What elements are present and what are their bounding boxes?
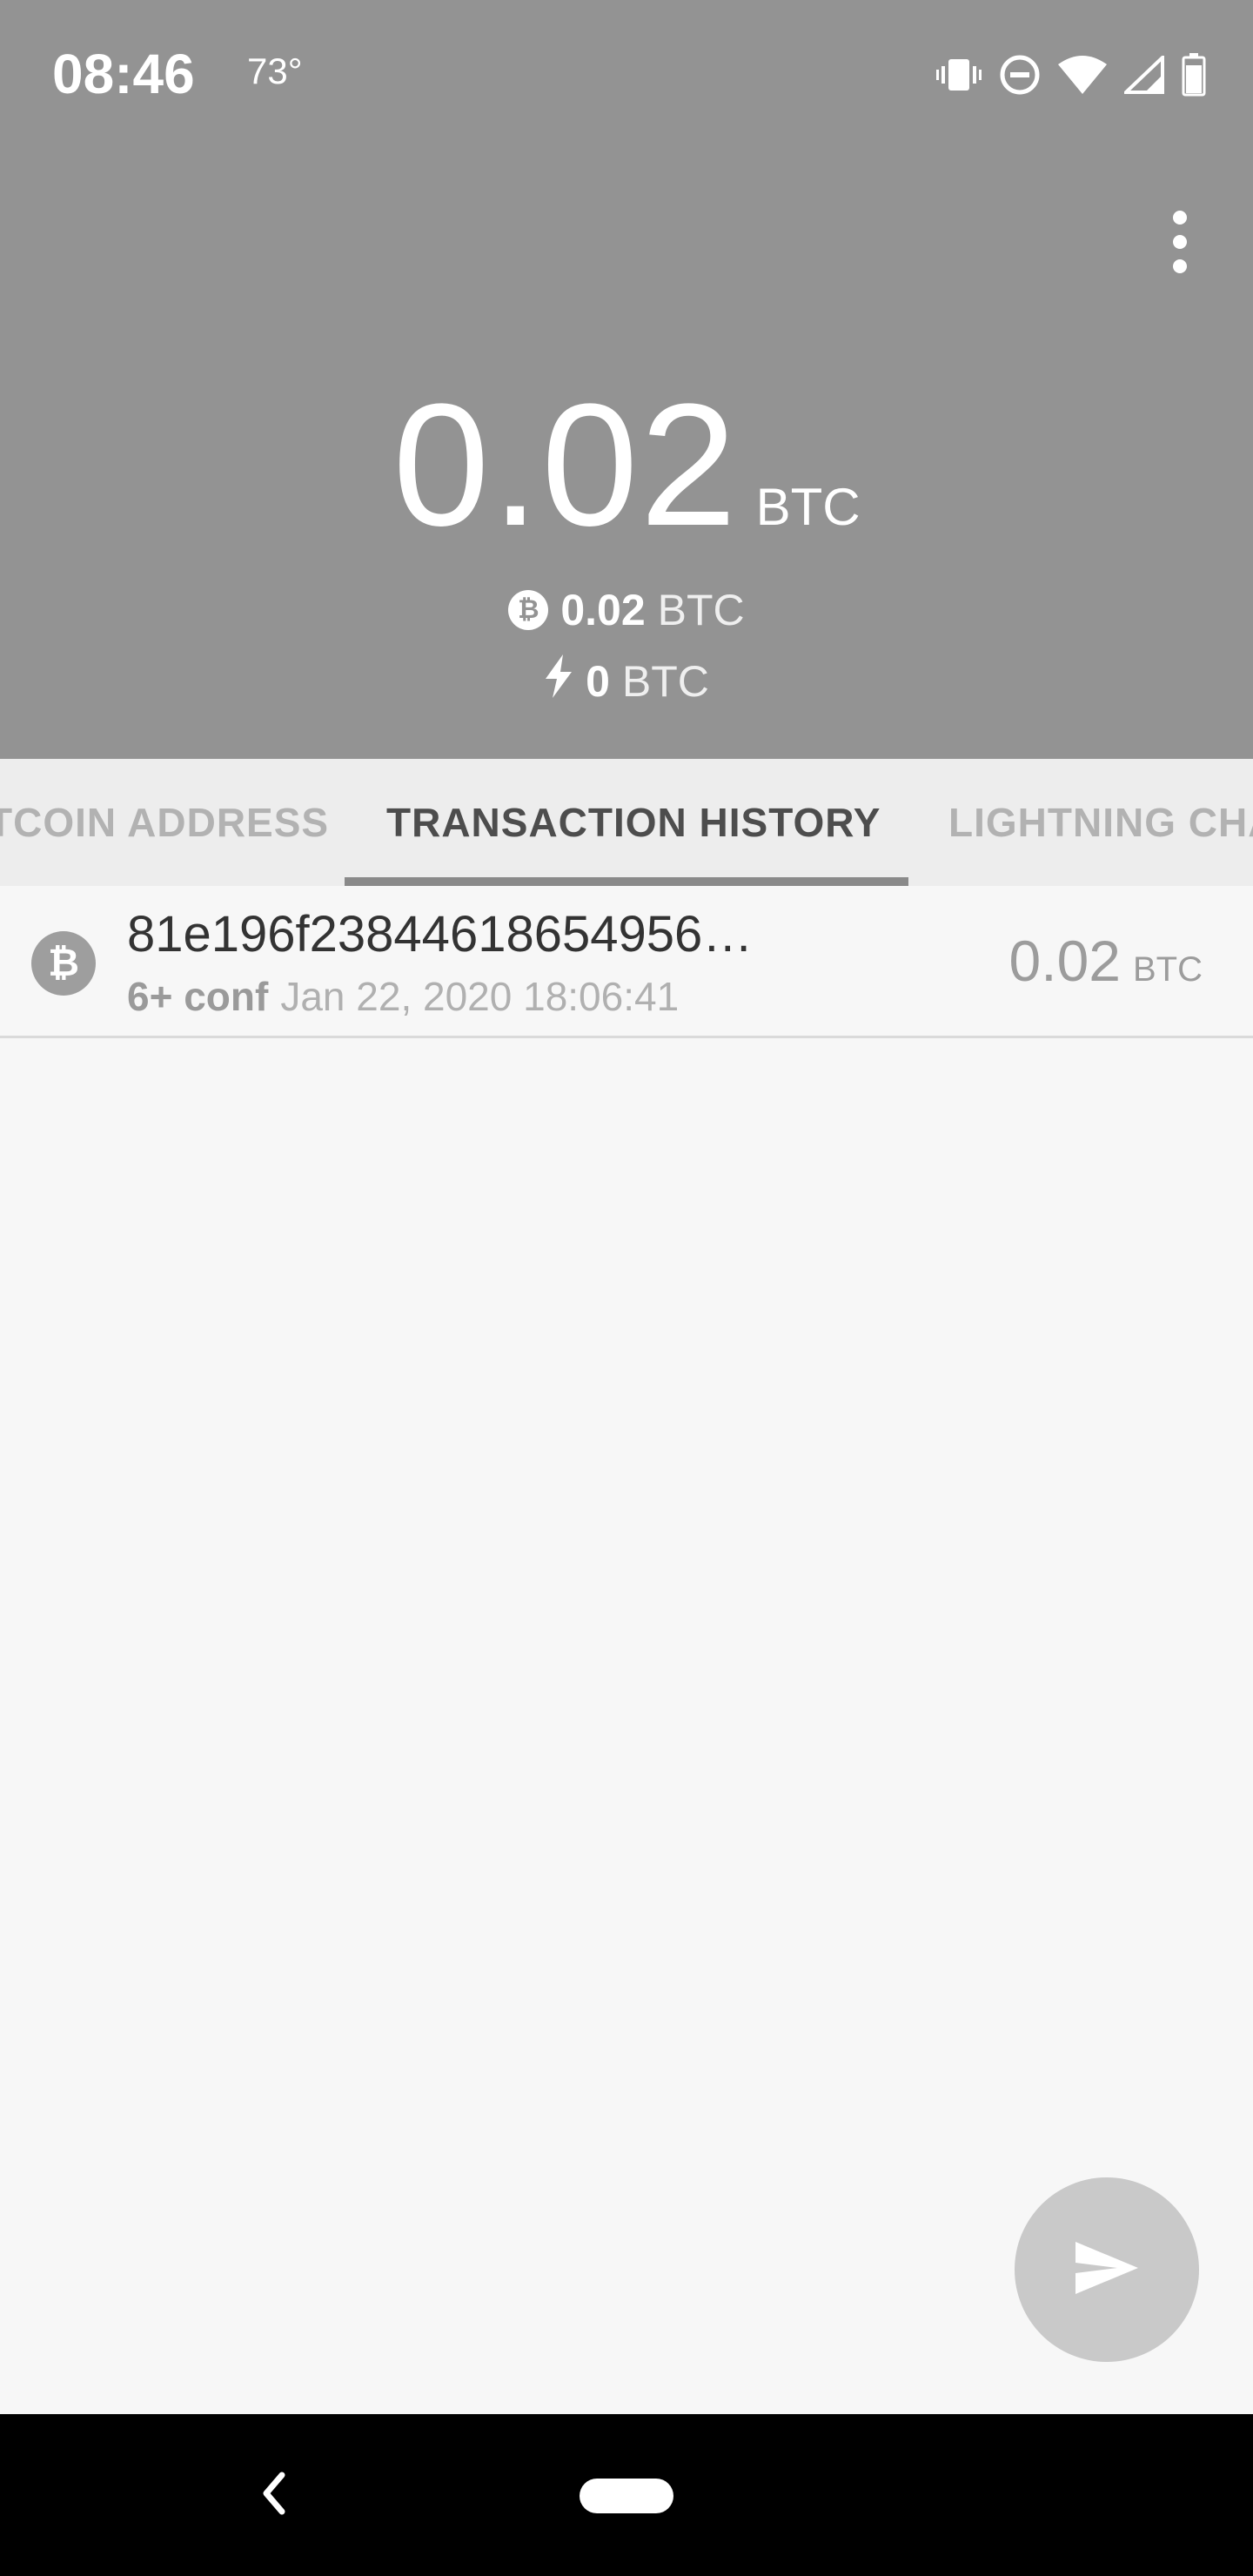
transaction-date: Jan 22, 2020 18:06:41 [280,974,680,1019]
transaction-meta: 6+ conf Jan 22, 2020 18:06:41 [127,973,679,1020]
bitcoin-icon: ₿ [31,931,96,996]
back-icon[interactable] [252,2463,296,2524]
wifi-icon [1058,56,1107,94]
lightning-bolt-icon [544,654,573,708]
transaction-confirmations: 6+ conf [127,974,269,1019]
transaction-list: ₿ 81e196f23844618654956… 6+ conf Jan 22, … [0,886,1253,1038]
tab-lightning-channels[interactable]: LIGHTNING CHA [948,759,1253,886]
more-vert-icon[interactable] [1154,205,1206,278]
total-balance-unit: BTC [755,478,861,536]
transaction-amount: 0.02 BTC [1009,928,1203,994]
tab-transaction-history[interactable]: TRANSACTION HISTORY [386,759,881,886]
tab-bitcoin-address[interactable]: TCOIN ADDRESS [0,759,329,886]
onchain-balance: ₿ 0.02 BTC [0,585,1253,635]
status-temperature: 73° [247,50,303,91]
tab-bar: TCOIN ADDRESS TRANSACTION HISTORY LIGHTN… [0,759,1253,886]
menu-dot [1173,259,1187,273]
lightning-balance-unit: BTC [621,657,709,706]
navigation-bar [0,2414,1253,2576]
lightning-balance: 0 BTC [0,654,1253,708]
transaction-row[interactable]: ₿ 81e196f23844618654956… 6+ conf Jan 22, … [0,886,1253,1038]
battery-icon [1182,53,1206,97]
lightning-balance-value: 0 [586,657,610,706]
send-icon [1074,2240,1140,2300]
active-tab-indicator [345,877,908,886]
onchain-balance-unit: BTC [657,586,745,634]
status-bar: 08:46 73° [0,0,1253,148]
home-pill-icon[interactable] [580,2479,673,2513]
transaction-hash: 81e196f23844618654956… [127,906,754,963]
wallet-header: 08:46 73° 0.02 BTC ₿ 0.02 BTC 0 BTC [0,0,1253,759]
total-balance[interactable]: 0.02 BTC [0,366,1253,566]
send-button[interactable] [1015,2177,1199,2362]
do-not-disturb-icon [999,54,1041,96]
transaction-amount-value: 0.02 [1008,929,1121,993]
menu-dot [1173,211,1187,225]
menu-dot [1173,235,1187,249]
status-icons [936,50,1206,99]
vibrate-icon [936,56,982,94]
onchain-balance-value: 0.02 [560,586,646,634]
transaction-amount-unit: BTC [1133,950,1203,989]
cell-signal-icon [1124,56,1164,94]
total-balance-value: 0.02 [392,368,739,562]
status-time: 08:46 [52,43,195,105]
bitcoin-icon: ₿ [508,590,549,630]
